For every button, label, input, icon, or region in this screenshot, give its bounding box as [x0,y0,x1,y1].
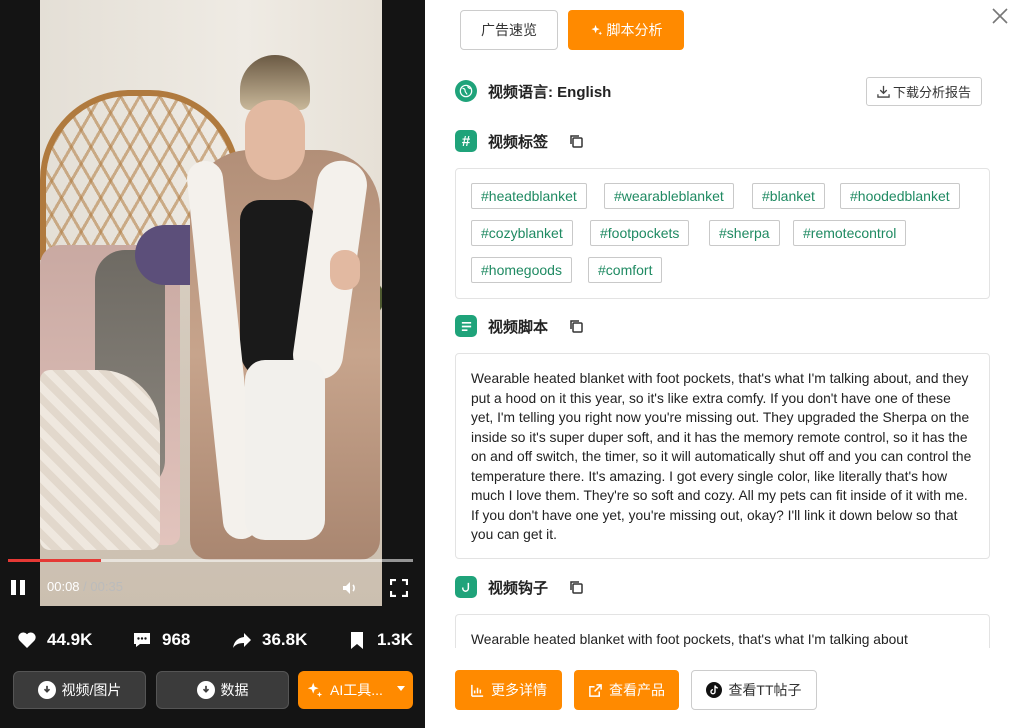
video-scene-hand [330,250,360,290]
likes-count: 44.9K [47,630,93,649]
video-scene-face [245,100,305,180]
language-label: 视频语言: [488,84,553,101]
tab-ad-preview[interactable]: 广告速览 [460,10,558,50]
comments-stat[interactable]: 968 [132,630,190,650]
comments-count: 968 [162,630,191,649]
tags-title: 视频标签 [488,134,549,151]
sparkle-icon [307,682,323,698]
video-frame[interactable] [40,0,382,606]
download-report-label: 下载分析报告 [892,85,971,100]
language-value: English [557,84,612,101]
script-text: Wearable heated blanket with foot pocket… [471,371,972,542]
download-report-button[interactable]: 下载分析报告 [866,77,982,106]
download-icon [196,681,215,699]
copy-icon[interactable] [569,134,583,148]
data-label: 数据 [220,682,249,698]
ai-tools-label: AI工具... [330,682,383,698]
download-icon [37,681,56,699]
time-separator: / [79,579,91,594]
time-display: 00:08 / 00:35 [47,579,123,594]
fullscreen-icon[interactable] [389,578,409,598]
tab-script-analysis[interactable]: 脚本分析 [568,10,684,50]
heart-icon [18,632,36,648]
view-tt-post-button[interactable]: 查看TT帖子 [691,670,817,710]
download-icon [877,85,890,98]
bookmark-icon [351,632,363,649]
tag-item[interactable]: #cozyblanket [471,220,573,246]
script-lines-icon [455,315,477,337]
close-icon[interactable] [990,6,1010,26]
chevron-down-icon[interactable] [397,686,405,691]
tag-item[interactable]: #blanket [752,183,825,209]
tag-item[interactable]: #remotecontrol [793,220,907,246]
likes-stat[interactable]: 44.9K [17,630,92,650]
bottom-action-bar: 更多详情 查看产品 查看TT帖子 [425,648,1017,728]
globe-icon [455,80,477,102]
pause-icon[interactable] [9,579,27,597]
analysis-panel: 广告速览 脚本分析 视频语言: English 下载分析报告 # 视频标签 #h… [425,0,1017,728]
video-image-button[interactable]: 视频/图片 [13,671,146,709]
tags-box: #heatedblanket #wearableblanket #blanket… [455,168,990,299]
more-details-button[interactable]: 更多详情 [455,670,562,710]
shares-stat[interactable]: 36.8K [232,630,307,650]
data-button[interactable]: 数据 [156,671,289,709]
tag-item[interactable]: #heatedblanket [471,183,587,209]
video-scene-sherpa-lower [245,360,325,540]
view-product-label: 查看产品 [609,682,665,698]
tab-ad-preview-label: 广告速览 [481,22,537,38]
share-icon [233,633,251,648]
progress-fill [8,559,102,562]
tag-item[interactable]: #homegoods [471,257,572,283]
saves-stat[interactable]: 1.3K [347,630,413,650]
hash-icon: # [455,130,477,152]
video-image-label: 视频/图片 [61,682,122,698]
volume-icon[interactable] [341,579,359,597]
view-product-button[interactable]: 查看产品 [574,670,679,710]
tag-item[interactable]: #wearableblanket [604,183,734,209]
external-link-icon [589,683,602,697]
sparkle-icon [590,24,602,35]
hook-title: 视频钩子 [488,580,549,597]
chart-icon [471,684,484,697]
ai-tools-button[interactable]: AI工具... [298,671,413,709]
hook-icon [455,576,477,598]
tag-item[interactable]: #sherpa [709,220,780,246]
shares-count: 36.8K [262,630,308,649]
tab-script-analysis-label: 脚本分析 [606,22,663,38]
script-box: Wearable heated blanket with foot pocket… [455,353,990,559]
more-details-label: 更多详情 [491,682,547,698]
saves-count: 1.3K [377,630,413,649]
view-tt-post-label: 查看TT帖子 [728,682,802,698]
progress-bar[interactable] [8,559,413,562]
tag-item[interactable]: #footpockets [590,220,690,246]
script-title: 视频脚本 [488,319,549,336]
language-row: 视频语言: English [488,81,611,102]
hook-text: Wearable heated blanket with foot pocket… [471,632,908,647]
tiktok-icon [706,682,723,698]
time-current: 00:08 [47,579,80,594]
copy-icon[interactable] [569,319,583,333]
video-scene-knit-blanket [40,370,160,550]
time-duration: 00:35 [90,579,123,594]
tag-item[interactable]: #hoodedblanket [840,183,960,209]
video-panel: 00:08 / 00:35 44.9K 968 36.8K 1.3K 视频/图片… [0,0,425,728]
copy-icon[interactable] [569,580,583,594]
comment-icon [134,633,150,647]
tag-item[interactable]: #comfort [588,257,663,283]
